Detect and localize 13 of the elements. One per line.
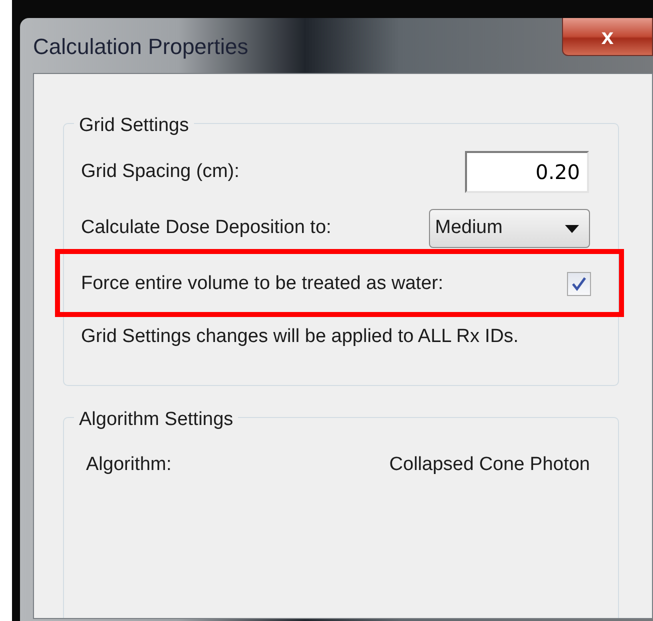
window-title: Calculation Properties — [33, 32, 248, 61]
field-value: Collapsed Cone Photon — [389, 453, 590, 477]
note-text: Grid Settings changes will be applied to ALL Rx IDs. — [81, 324, 520, 348]
field-label: Grid Spacing (cm): — [81, 160, 240, 184]
dropdown[interactable]: Medium — [429, 209, 590, 248]
grid-spacing-field[interactable]: 0.20 — [465, 151, 589, 193]
field-label: Calculate Dose Deposition to: — [81, 216, 332, 240]
close-button[interactable]: x — [562, 18, 653, 56]
checkbox-label: Force entire volume to be treated as water: — [81, 272, 444, 296]
field-label: Algorithm: — [86, 453, 172, 477]
check-icon — [571, 276, 587, 292]
caret-icon — [565, 224, 579, 232]
checkbox[interactable] — [567, 272, 591, 296]
